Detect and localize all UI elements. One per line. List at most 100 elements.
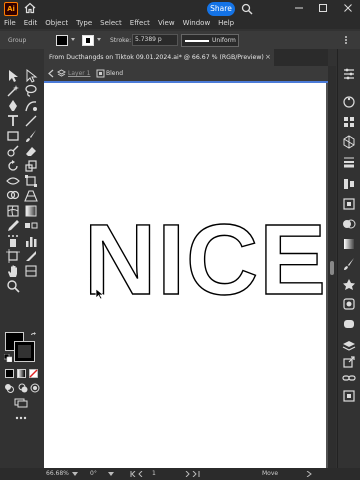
menu-window[interactable]: Window <box>183 17 211 29</box>
vertical-scrollbar[interactable] <box>328 66 336 468</box>
gradient-mode-button[interactable] <box>17 369 26 378</box>
home-icon[interactable] <box>24 2 36 14</box>
zoom-tool-icon[interactable] <box>6 279 20 293</box>
scale-tool-icon[interactable] <box>24 159 38 173</box>
draw-normal-icon[interactable] <box>4 383 14 393</box>
align-panel-icon[interactable] <box>342 177 356 191</box>
artboard-tool-icon[interactable] <box>6 249 20 263</box>
minimize-icon[interactable] <box>294 3 304 13</box>
menu-bar: File Edit Object Type Select Effect View… <box>0 17 360 29</box>
menu-file[interactable]: File <box>4 17 16 29</box>
chevron-down-icon[interactable] <box>72 472 78 476</box>
menu-type[interactable]: Type <box>76 17 92 29</box>
chevron-down-icon[interactable] <box>97 38 101 41</box>
share-button[interactable]: Share <box>207 2 235 16</box>
maximize-icon[interactable] <box>318 3 328 13</box>
gradient-panel-icon[interactable] <box>342 237 356 251</box>
stroke-label[interactable]: Stroke: <box>110 37 131 44</box>
graphic-styles-panel-icon[interactable] <box>342 297 356 311</box>
eyedropper-tool-icon[interactable] <box>6 219 20 233</box>
rotation-field[interactable]: 0° <box>90 468 97 480</box>
close-tab-button[interactable]: × <box>265 49 271 66</box>
stroke-color-box[interactable] <box>14 341 35 362</box>
default-colors-icon[interactable] <box>4 354 12 362</box>
appearance-panel-icon[interactable] <box>342 317 356 331</box>
free-transform-tool-icon[interactable] <box>24 174 38 188</box>
menu-edit[interactable]: Edit <box>24 17 38 29</box>
close-window-icon[interactable] <box>343 3 353 13</box>
symbols-panel-icon[interactable] <box>342 277 356 291</box>
menu-select[interactable]: Select <box>100 17 122 29</box>
scroll-thumb[interactable] <box>330 261 334 275</box>
chevron-down-icon[interactable] <box>71 38 75 41</box>
paintbrush-tool-icon[interactable] <box>24 129 38 143</box>
artboard-nav-next-icon[interactable] <box>184 471 204 477</box>
color-panel-icon[interactable] <box>342 95 356 109</box>
profile-label: Uniform <box>212 37 236 44</box>
draw-behind-icon[interactable] <box>18 383 28 393</box>
type-tool-icon[interactable] <box>6 114 20 128</box>
stroke-panel-icon[interactable] <box>342 155 356 169</box>
artboard-nav-prev-icon[interactable] <box>130 471 150 477</box>
color-mode-button[interactable] <box>5 369 14 378</box>
properties-panel-icon[interactable] <box>342 67 356 81</box>
magic-wand-icon[interactable] <box>6 84 20 98</box>
width-tool-icon[interactable] <box>6 174 20 188</box>
document-tab[interactable]: From Ducthangds on Tiktok 09.01.2024.ai*… <box>44 49 274 66</box>
artboard-number-field[interactable]: 1 <box>152 468 156 480</box>
gradient-tool-icon[interactable] <box>24 204 38 218</box>
artboards-panel-icon[interactable] <box>342 389 356 403</box>
export-panel-icon[interactable] <box>342 355 356 369</box>
transform-panel-icon[interactable] <box>342 197 356 211</box>
artwork-text-outline[interactable]: NICE <box>83 209 327 310</box>
breadcrumb-blend[interactable]: Blend <box>106 66 123 81</box>
hand-tool-icon[interactable] <box>6 264 20 278</box>
brushes-panel-icon[interactable] <box>342 257 356 271</box>
panel-dock <box>337 49 360 469</box>
swap-colors-icon[interactable] <box>30 332 38 340</box>
menu-help[interactable]: Help <box>218 17 234 29</box>
lasso-tool-icon[interactable] <box>24 84 38 98</box>
more-options-icon[interactable] <box>341 35 351 45</box>
direct-selection-tool-icon[interactable] <box>24 69 38 83</box>
rectangle-tool-icon[interactable] <box>6 129 20 143</box>
stroke-swatch[interactable] <box>82 35 94 46</box>
pen-tool-icon[interactable] <box>6 99 20 113</box>
screen-mode-icon[interactable] <box>14 398 28 408</box>
slice-tool-icon[interactable] <box>24 249 38 263</box>
mesh-tool-icon[interactable] <box>6 204 20 218</box>
shaper-tool-icon[interactable] <box>6 144 20 158</box>
none-mode-button[interactable] <box>29 369 38 378</box>
search-icon[interactable] <box>241 3 253 15</box>
print-tiling-tool-icon[interactable] <box>24 264 38 278</box>
chevron-right-icon[interactable] <box>306 471 312 477</box>
menu-object[interactable]: Object <box>45 17 68 29</box>
profile-line-preview <box>185 40 209 42</box>
fill-swatch[interactable] <box>56 35 68 46</box>
links-panel-icon[interactable] <box>342 371 356 385</box>
column-graph-tool-icon[interactable] <box>24 234 38 248</box>
breadcrumb-layer[interactable]: Layer 1 <box>68 66 90 81</box>
draw-inside-icon[interactable] <box>30 383 40 393</box>
symbol-sprayer-tool-icon[interactable] <box>6 234 20 248</box>
rotate-tool-icon[interactable] <box>6 159 20 173</box>
layers-panel-icon[interactable] <box>342 339 356 353</box>
transparency-panel-icon[interactable] <box>342 217 356 231</box>
eraser-tool-icon[interactable] <box>24 144 38 158</box>
swatches-panel-icon[interactable] <box>342 115 356 129</box>
selection-tool-icon[interactable] <box>6 69 20 83</box>
variable-width-profile[interactable]: Uniform <box>181 34 239 47</box>
blend-tool-icon[interactable] <box>24 219 38 233</box>
menu-view[interactable]: View <box>158 17 175 29</box>
line-segment-tool-icon[interactable] <box>24 114 38 128</box>
stroke-weight-field[interactable]: 5.7389 p <box>132 34 178 46</box>
more-tools-icon[interactable] <box>14 415 28 421</box>
chevron-down-icon[interactable] <box>108 472 114 476</box>
perspective-grid-tool-icon[interactable] <box>24 189 38 203</box>
back-arrow-icon[interactable] <box>47 69 56 78</box>
shape-builder-tool-icon[interactable] <box>6 189 20 203</box>
menu-effect[interactable]: Effect <box>130 17 150 29</box>
3d-panel-icon[interactable] <box>342 135 356 149</box>
curvature-tool-icon[interactable] <box>24 99 38 113</box>
zoom-level-field[interactable]: 66.68% <box>46 468 69 480</box>
